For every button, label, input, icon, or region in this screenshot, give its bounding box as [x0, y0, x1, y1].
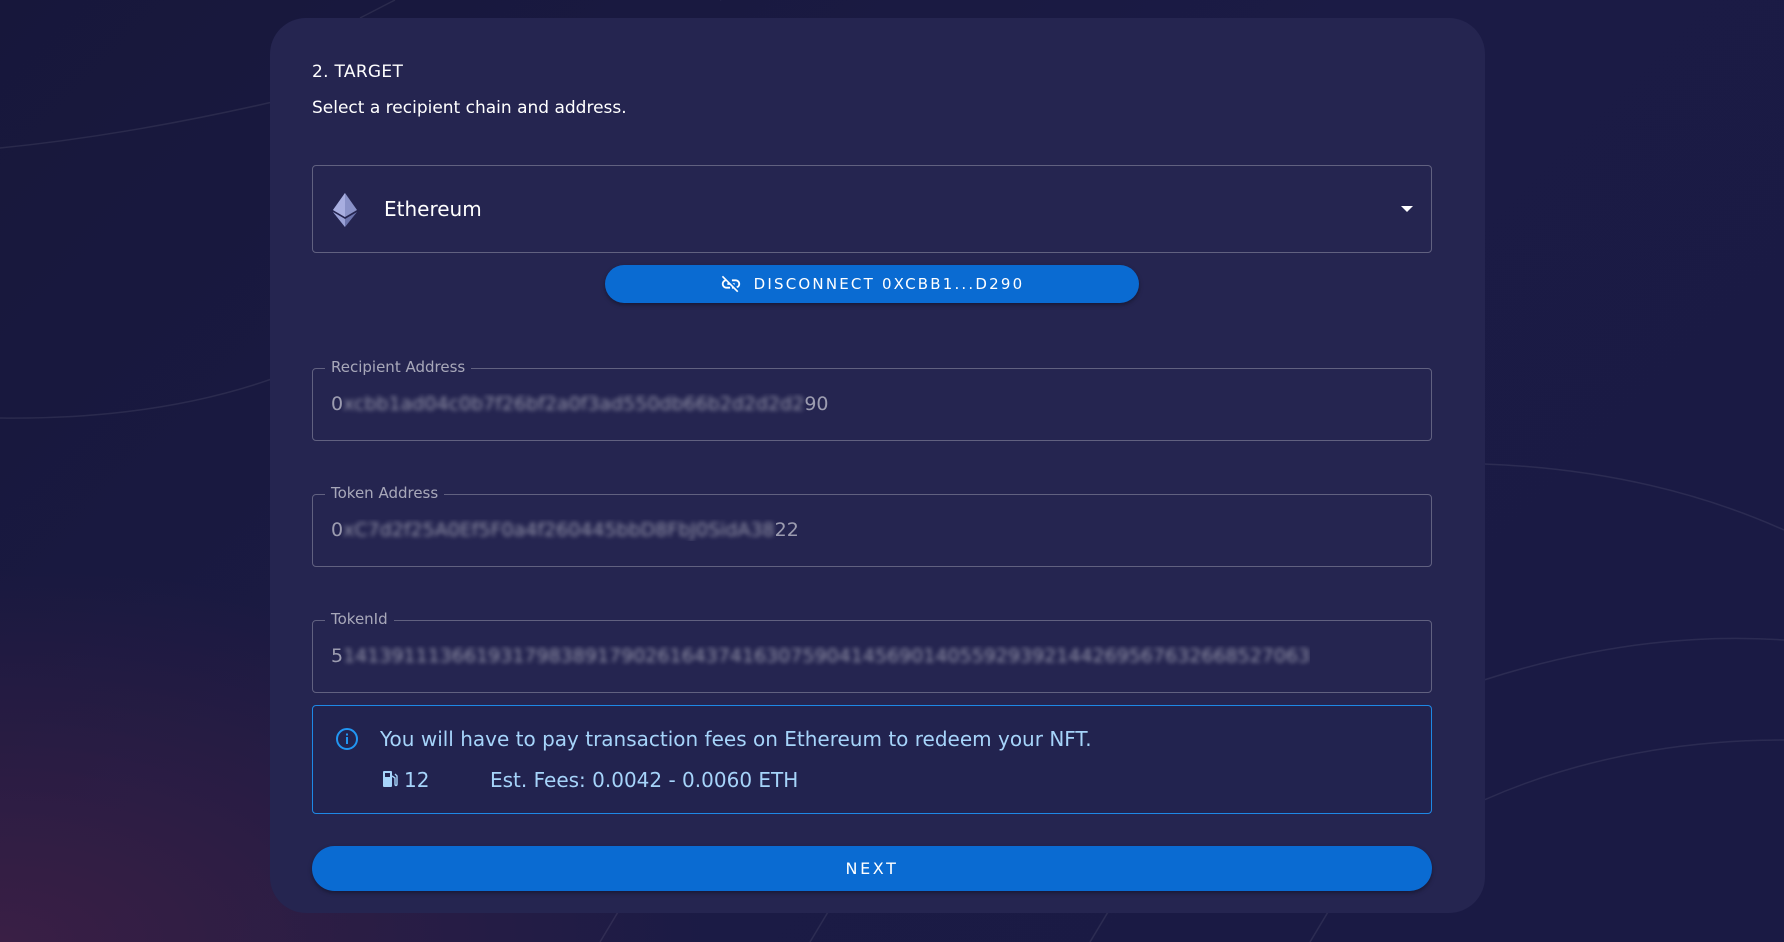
estimated-fees: Est. Fees: 0.0042 - 0.0060 ETH [490, 768, 799, 792]
token-address-suffix: 22 [774, 519, 799, 541]
recipient-address-label: Recipient Address [325, 358, 472, 376]
step-subtitle: Select a recipient chain and address. [312, 98, 627, 118]
token-address-redacted: xC7d2f25A0Ef5F0a4f260445bbD8FbJ0SidA38 [343, 519, 775, 541]
token-id-field[interactable]: TokenId 51413911136619317983891790261643… [312, 610, 1432, 693]
chain-select[interactable]: Ethereum [312, 165, 1432, 253]
token-id-input[interactable]: 5141391113661931798389179026164374163075… [331, 645, 1310, 667]
token-address-field[interactable]: Token Address 0xC7d2f25A0Ef5F0a4f260445b… [312, 484, 1432, 567]
recipient-address-suffix: 90 [804, 393, 829, 415]
next-button[interactable]: NEXT [312, 846, 1432, 891]
token-id-label: TokenId [325, 610, 394, 628]
gas-price-value: 12 [404, 768, 430, 792]
selected-chain-label: Ethereum [384, 197, 482, 221]
target-step-card: 2. TARGET Select a recipient chain and a… [270, 18, 1485, 913]
token-id-prefix: 5 [331, 645, 344, 667]
fee-info-alert: You will have to pay transaction fees on… [312, 705, 1432, 814]
recipient-address-prefix: 0 [331, 393, 344, 415]
next-button-label: NEXT [845, 859, 899, 878]
ethereum-icon [333, 193, 357, 227]
info-icon [336, 728, 358, 750]
token-address-prefix: 0 [331, 519, 344, 541]
gas-station-icon [383, 771, 398, 787]
disconnect-wallet-button[interactable]: Disconnect 0xCBB1...D290 [605, 265, 1139, 303]
fee-info-message: You will have to pay transaction fees on… [380, 727, 1092, 751]
token-address-input[interactable]: 0xC7d2f25A0Ef5F0a4f260445bbD8FbJ0SidA382… [331, 519, 799, 541]
step-title: 2. TARGET [312, 62, 404, 82]
dropdown-arrow-icon [1401, 206, 1413, 212]
recipient-address-field[interactable]: Recipient Address 0xcbb1ad04c0b7f26bf2a0… [312, 358, 1432, 441]
token-address-label: Token Address [325, 484, 445, 502]
token-id-redacted: 1413911136619317983891790261643741630759… [343, 645, 1311, 667]
link-off-icon [721, 275, 740, 293]
recipient-address-redacted: xcbb1ad04c0b7f26bf2a0f3ad550db66b2d2d2d2 [343, 393, 805, 415]
disconnect-label: Disconnect 0xCBB1...D290 [753, 275, 1025, 293]
recipient-address-input[interactable]: 0xcbb1ad04c0b7f26bf2a0f3ad550db66b2d2d2d… [331, 393, 829, 415]
